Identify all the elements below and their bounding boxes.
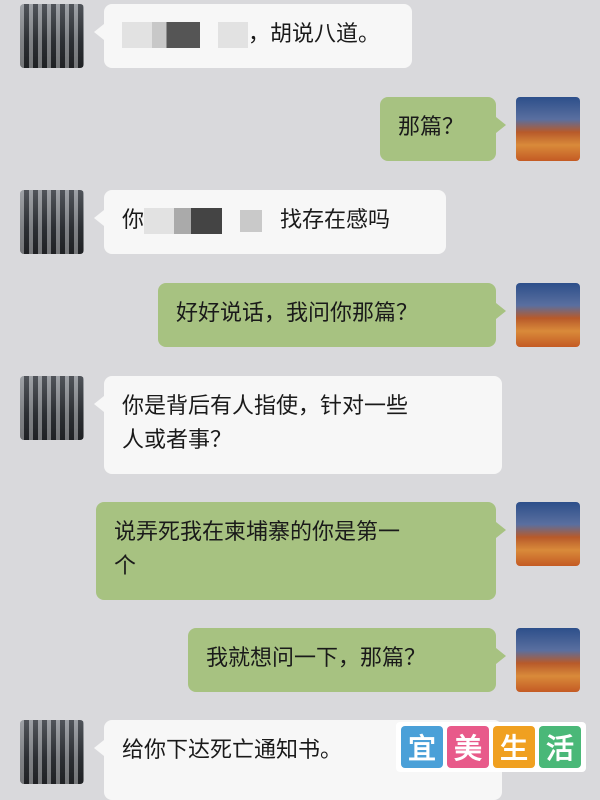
contact-avatar[interactable] bbox=[20, 190, 84, 254]
contact-avatar[interactable] bbox=[20, 720, 84, 784]
message-text: 你 bbox=[122, 208, 145, 233]
message-text-line: 说弄死我在柬埔寨的你是第一 bbox=[114, 520, 401, 545]
redacted-text bbox=[240, 210, 263, 232]
self-avatar[interactable] bbox=[516, 628, 580, 692]
message-text: 找存在感吗 bbox=[280, 208, 391, 233]
watermark-char: 活 bbox=[539, 726, 581, 768]
redacted-text bbox=[152, 22, 200, 48]
watermark-char: 生 bbox=[493, 726, 535, 768]
redacted-text bbox=[174, 208, 223, 234]
contact-avatar[interactable] bbox=[20, 4, 84, 68]
watermark-char: 宜 bbox=[401, 726, 443, 768]
self-avatar[interactable] bbox=[516, 97, 580, 161]
redacted-text bbox=[218, 22, 248, 48]
watermark-char: 美 bbox=[447, 726, 489, 768]
redacted-text bbox=[144, 208, 175, 234]
message-text: 那篇？ bbox=[398, 115, 465, 140]
message-bubble-outgoing[interactable]: 那篇？ bbox=[380, 97, 506, 161]
message-text-line: 人或者事？ bbox=[122, 428, 233, 453]
message-text: 好好说话，我问你那篇？ bbox=[176, 301, 419, 326]
message-bubble-outgoing[interactable]: 好好说话，我问你那篇？ bbox=[158, 283, 506, 347]
self-avatar[interactable] bbox=[516, 283, 580, 347]
message-text-line: 你是背后有人指使，针对一些 bbox=[122, 394, 409, 419]
message-text: ，胡说八道。 bbox=[248, 22, 381, 47]
watermark-logo: 宜 美 生 活 bbox=[396, 722, 586, 772]
message-text-line: 个 bbox=[114, 554, 137, 579]
contact-avatar[interactable] bbox=[20, 376, 84, 440]
self-avatar[interactable] bbox=[516, 502, 580, 566]
redacted-text bbox=[122, 22, 152, 48]
message-bubble-outgoing[interactable]: 说弄死我在柬埔寨的你是第一 个 bbox=[96, 502, 506, 600]
message-bubble-incoming[interactable]: 你是背后有人指使，针对一些 人或者事？ bbox=[94, 376, 502, 474]
message-bubble-incoming[interactable]: 你 找存在感吗 bbox=[94, 190, 446, 254]
message-bubble-incoming[interactable]: ，胡说八道。 bbox=[94, 4, 412, 68]
message-text: 我就想问一下，那篇？ bbox=[206, 646, 427, 671]
message-bubble-outgoing[interactable]: 我就想问一下，那篇？ bbox=[188, 628, 506, 692]
